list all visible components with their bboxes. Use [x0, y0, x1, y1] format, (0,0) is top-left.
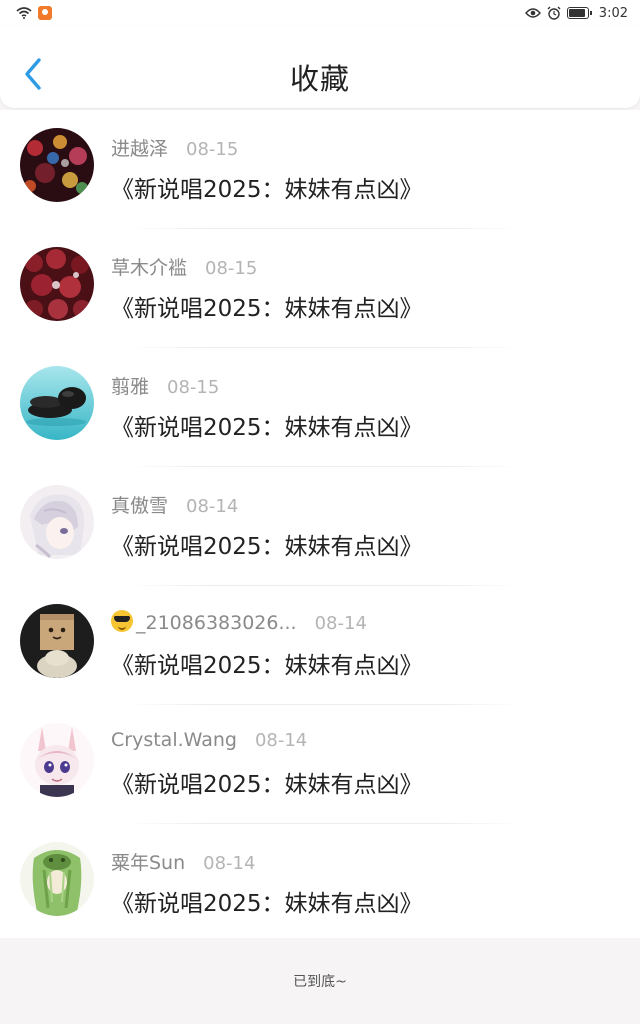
item-title[interactable]: 《新说唱2025：妹妹有点凶》	[111, 527, 423, 561]
avatar[interactable]	[20, 723, 94, 797]
item-date: 08-14	[203, 853, 256, 874]
sunglasses-emoji-icon	[111, 610, 133, 632]
item-meta: 真傲雪 08-14	[111, 491, 238, 518]
list-item[interactable]: 进越泽 08-15 《新说唱2025：妹妹有点凶》	[0, 110, 640, 229]
user-name[interactable]: 进越泽	[111, 134, 168, 161]
user-name[interactable]: 真傲雪	[111, 491, 168, 518]
list-item[interactable]: Crystal.Wang 08-14 《新说唱2025：妹妹有点凶》	[0, 705, 640, 824]
end-of-list-footer: 已到底~	[0, 938, 640, 1024]
item-date: 08-14	[314, 613, 367, 634]
avatar[interactable]	[20, 485, 94, 559]
item-date: 08-15	[205, 258, 258, 279]
item-meta: Crystal.Wang 08-14	[111, 729, 307, 751]
status-right: 3:02	[524, 5, 628, 21]
item-date: 08-15	[167, 377, 220, 398]
wifi-icon	[16, 7, 32, 19]
item-title[interactable]: 《新说唱2025：妹妹有点凶》	[111, 289, 423, 323]
user-name[interactable]: 翦雅	[111, 372, 149, 399]
header: 收藏	[0, 26, 640, 108]
list-item[interactable]: 粟年Sun 08-14 《新说唱2025：妹妹有点凶》	[0, 824, 640, 943]
end-of-list-text: 已到底~	[293, 974, 347, 990]
page-title: 收藏	[289, 62, 350, 96]
user-name[interactable]: 草木介褴	[111, 253, 187, 280]
user-name[interactable]: 粟年Sun	[111, 848, 185, 875]
list-item[interactable]: 翦雅 08-15 《新说唱2025：妹妹有点凶》	[0, 348, 640, 467]
favorites-list: 进越泽 08-15 《新说唱2025：妹妹有点凶》 草木介褴 08-15 《新说…	[0, 110, 640, 938]
item-meta: 粟年Sun 08-14	[111, 848, 255, 875]
app-notification-icon	[38, 6, 52, 20]
item-title[interactable]: 《新说唱2025：妹妹有点凶》	[111, 170, 423, 204]
item-title[interactable]: 《新说唱2025：妹妹有点凶》	[111, 646, 423, 680]
alarm-icon	[547, 6, 561, 20]
user-name[interactable]: _21086383026...	[111, 610, 297, 634]
eye-icon	[524, 7, 541, 19]
status-time: 3:02	[598, 5, 628, 21]
user-name-text: _21086383026...	[136, 612, 297, 634]
list-item[interactable]: 真傲雪 08-14 《新说唱2025：妹妹有点凶》	[0, 467, 640, 586]
item-date: 08-14	[186, 496, 239, 517]
battery-icon	[566, 7, 592, 19]
status-left	[16, 6, 52, 20]
item-meta: 草木介褴 08-15	[111, 253, 257, 280]
item-title[interactable]: 《新说唱2025：妹妹有点凶》	[111, 765, 423, 799]
avatar[interactable]	[20, 366, 94, 440]
item-date: 08-15	[186, 139, 239, 160]
list-item[interactable]: 草木介褴 08-15 《新说唱2025：妹妹有点凶》	[0, 229, 640, 348]
user-name[interactable]: Crystal.Wang	[111, 729, 237, 751]
item-meta: _21086383026... 08-14	[111, 610, 367, 634]
item-meta: 进越泽 08-15	[111, 134, 238, 161]
list-item[interactable]: _21086383026... 08-14 《新说唱2025：妹妹有点凶》	[0, 586, 640, 705]
status-bar: 3:02	[0, 0, 640, 26]
item-title[interactable]: 《新说唱2025：妹妹有点凶》	[111, 408, 423, 442]
avatar[interactable]	[20, 128, 94, 202]
item-title[interactable]: 《新说唱2025：妹妹有点凶》	[111, 884, 423, 918]
item-meta: 翦雅 08-15	[111, 372, 219, 399]
avatar[interactable]	[20, 247, 94, 321]
avatar[interactable]	[20, 842, 94, 916]
avatar[interactable]	[20, 604, 94, 678]
item-date: 08-14	[254, 730, 308, 751]
